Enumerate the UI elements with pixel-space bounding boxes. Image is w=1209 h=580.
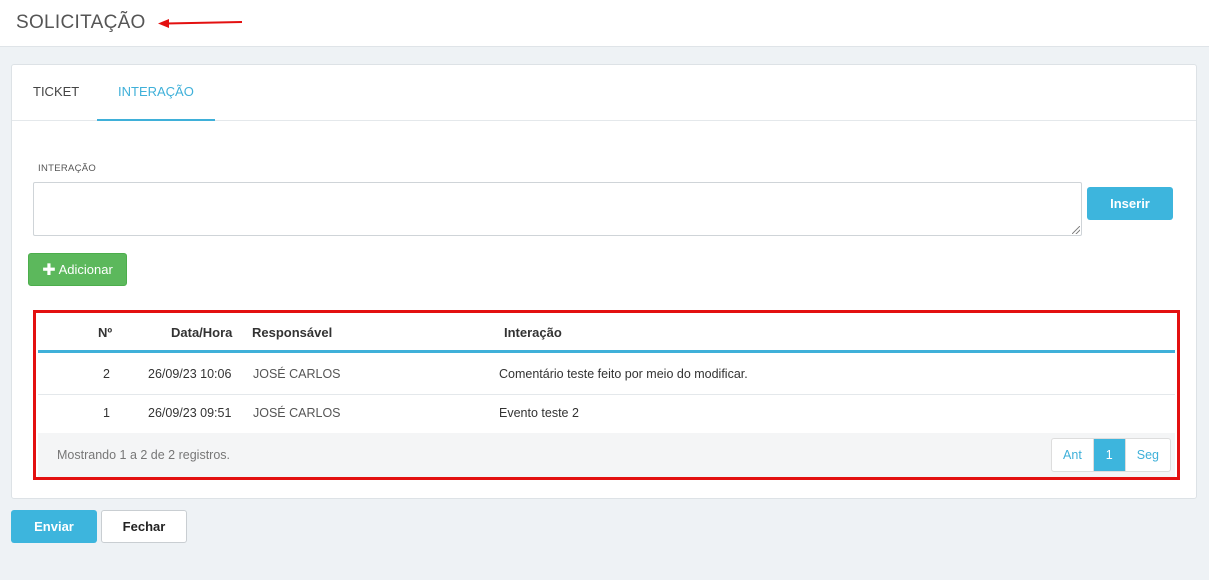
pagination-page-1[interactable]: 1	[1093, 439, 1126, 471]
add-button-label: Adicionar	[58, 262, 113, 277]
top-bar: SOLICITAÇÃO	[0, 0, 1209, 47]
row-responsible: JOSÉ CARLOS	[253, 406, 341, 420]
row-datetime: 26/09/23 09:51	[148, 406, 232, 420]
close-button[interactable]: Fechar	[101, 510, 187, 543]
table-header: Nº Data/Hora Responsável Interação	[38, 313, 1175, 353]
table-footer: Mostrando 1 a 2 de 2 registros. Ant 1 Se…	[38, 433, 1175, 477]
main-card: TICKET INTERAÇÃO INTERAÇÃO Inserir ✚ Adic…	[11, 64, 1197, 499]
interaction-textarea[interactable]	[33, 182, 1082, 236]
column-header-number[interactable]: Nº	[98, 325, 112, 340]
tab-interacao[interactable]: INTERAÇÃO	[97, 65, 215, 121]
pagination-prev[interactable]: Ant	[1052, 439, 1094, 471]
row-interaction: Evento teste 2	[499, 406, 579, 420]
tab-bar: TICKET INTERAÇÃO	[12, 65, 1196, 121]
row-number: 1	[103, 406, 110, 420]
records-info: Mostrando 1 a 2 de 2 registros.	[57, 448, 231, 462]
row-interaction: Comentário teste feito por meio do modif…	[499, 367, 748, 381]
add-button[interactable]: ✚ Adicionar	[28, 253, 127, 286]
row-responsible: JOSÉ CARLOS	[253, 367, 341, 381]
tab-ticket[interactable]: TICKET	[12, 65, 100, 121]
column-header-responsible[interactable]: Responsável	[252, 325, 332, 340]
table-row[interactable]: 2 26/09/23 10:06 JOSÉ CARLOS Comentário …	[38, 356, 1175, 395]
pagination: Ant 1 Seg	[1051, 438, 1171, 472]
row-number: 2	[103, 367, 110, 381]
column-header-interaction[interactable]: Interação	[504, 325, 562, 340]
resize-handle-icon[interactable]	[1072, 226, 1080, 234]
send-button[interactable]: Enviar	[11, 510, 97, 543]
red-arrow-icon	[158, 19, 243, 28]
row-datetime: 26/09/23 10:06	[148, 367, 232, 381]
plus-icon: ✚	[42, 262, 56, 279]
interactions-table: Nº Data/Hora Responsável Interação 2 26/…	[33, 310, 1180, 480]
insert-button[interactable]: Inserir	[1087, 187, 1173, 220]
interaction-field-label: INTERAÇÃO	[38, 163, 97, 174]
pagination-next[interactable]: Seg	[1126, 439, 1170, 471]
page-title: SOLICITAÇÃO	[16, 12, 146, 33]
table-row[interactable]: 1 26/09/23 09:51 JOSÉ CARLOS Evento test…	[38, 395, 1175, 434]
column-header-datetime[interactable]: Data/Hora	[171, 325, 232, 340]
